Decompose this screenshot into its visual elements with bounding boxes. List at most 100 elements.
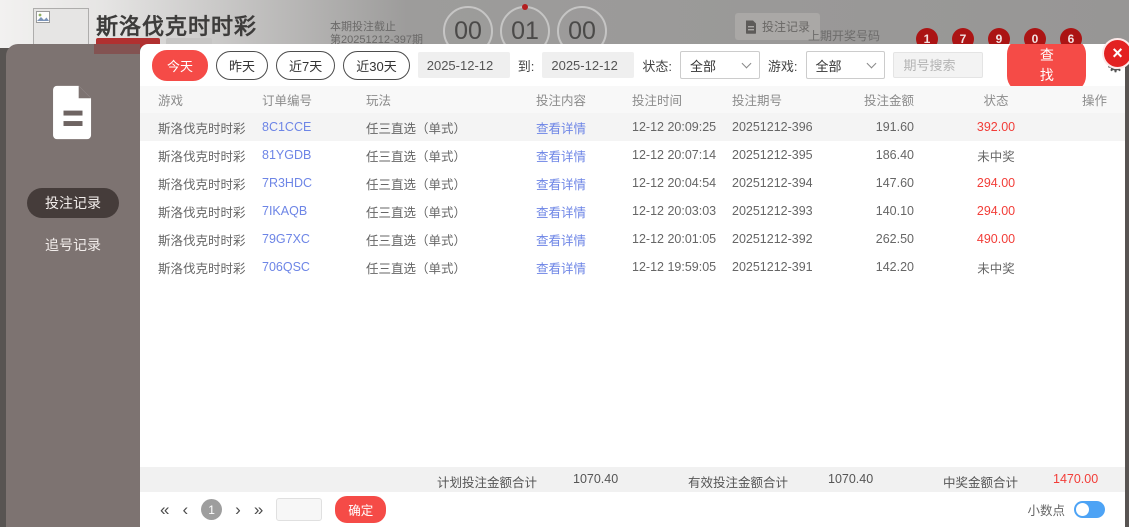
period-search-input[interactable] xyxy=(893,52,984,78)
cell-game: 斯洛伐克时时彩 xyxy=(158,233,246,248)
cell-period: 20251212-391 xyxy=(732,260,813,274)
valid-total-value: 1070.40 xyxy=(828,472,874,486)
cell-game: 斯洛伐克时时彩 xyxy=(158,261,246,276)
current-page-button[interactable]: 1 xyxy=(201,499,223,520)
broken-image-icon xyxy=(36,11,50,23)
countdown-hours: 00 xyxy=(443,6,493,48)
view-detail-link[interactable]: 查看详情 xyxy=(536,174,632,193)
next-page-button[interactable]: › xyxy=(235,501,241,518)
cell-game: 斯洛伐克时时彩 xyxy=(158,177,246,192)
chevron-down-icon xyxy=(741,58,752,69)
status-select[interactable]: 全部 xyxy=(679,51,760,79)
cell-status: 294.00 xyxy=(976,176,1016,190)
planned-total-label: 计划投注金额合计 xyxy=(437,476,538,490)
view-detail-link[interactable]: 查看详情 xyxy=(536,146,632,165)
status-select-value: 全部 xyxy=(689,58,716,74)
decimal-toggle-area: 小数点 xyxy=(1027,500,1105,519)
col-action: 操作 xyxy=(1081,94,1107,108)
sidebar-item-chase-records[interactable]: 追号记录 xyxy=(27,230,119,260)
table-row: 斯洛伐克时时彩 8C1CCE 任三直选（单式） 查看详情 12-12 20:09… xyxy=(140,113,1125,141)
order-id-link[interactable]: 7R3HDC xyxy=(262,176,366,190)
date-from-input[interactable] xyxy=(417,52,510,78)
cell-time: 12-12 20:01:05 xyxy=(632,232,717,246)
range-7days-button[interactable]: 近7天 xyxy=(276,50,336,80)
prev-page-button[interactable]: ‹ xyxy=(182,501,188,518)
countdown-minutes: 01 xyxy=(500,4,550,48)
col-play: 玩法 xyxy=(366,94,392,108)
view-detail-link[interactable]: 查看详情 xyxy=(536,118,632,137)
win-total-value: 1470.00 xyxy=(1053,472,1099,486)
col-content: 投注内容 xyxy=(536,94,587,108)
table-row: 斯洛伐克时时彩 706QSC 任三直选（单式） 查看详情 12-12 19:59… xyxy=(140,253,1125,281)
table-row: 斯洛伐克时时彩 7R3HDC 任三直选（单式） 查看详情 12-12 20:04… xyxy=(140,169,1125,197)
logo-broken-image xyxy=(33,8,89,48)
table-row: 斯洛伐克时时彩 81YGDB 任三直选（单式） 查看详情 12-12 20:07… xyxy=(140,141,1125,169)
cell-play: 任三直选（单式） xyxy=(366,121,467,136)
countdown-progress-dot xyxy=(522,4,528,10)
order-id-link[interactable]: 8C1CCE xyxy=(262,120,366,134)
cell-status: 490.00 xyxy=(976,232,1016,246)
cell-period: 20251212-392 xyxy=(732,232,813,246)
cell-game: 斯洛伐克时时彩 xyxy=(158,149,246,164)
order-id-link[interactable]: 7IKAQB xyxy=(262,204,366,218)
view-detail-link[interactable]: 查看详情 xyxy=(536,202,632,221)
last-page-button[interactable]: » xyxy=(254,501,263,518)
range-yesterday-button[interactable]: 昨天 xyxy=(216,50,269,80)
cell-play: 任三直选（单式） xyxy=(366,233,467,248)
cell-game: 斯洛伐克时时彩 xyxy=(158,121,246,136)
cell-status: 未中奖 xyxy=(977,149,1015,164)
countdown-seconds: 00 xyxy=(557,6,607,48)
valid-total-label: 有效投注金额合计 xyxy=(688,476,789,490)
table-row: 斯洛伐克时时彩 79G7XC 任三直选（单式） 查看详情 12-12 20:01… xyxy=(140,225,1125,253)
range-30days-button[interactable]: 近30天 xyxy=(343,50,410,80)
sidebar-item-bet-records[interactable]: 投注记录 xyxy=(27,188,119,218)
lottery-title: 斯洛伐克时时彩 xyxy=(96,14,258,39)
table-body: 斯洛伐克时时彩 8C1CCE 任三直选（单式） 查看详情 12-12 20:09… xyxy=(140,113,1125,281)
col-period: 投注期号 xyxy=(732,94,783,108)
date-to-input[interactable] xyxy=(542,52,635,78)
cell-amount: 186.40 xyxy=(875,148,914,162)
first-page-button[interactable]: « xyxy=(160,501,169,518)
decimal-toggle-switch[interactable] xyxy=(1074,501,1105,518)
view-detail-link[interactable]: 查看详情 xyxy=(536,230,632,249)
cell-amount: 147.60 xyxy=(875,176,914,190)
page-jump-input[interactable] xyxy=(276,498,323,521)
order-id-link[interactable]: 706QSC xyxy=(262,260,366,274)
records-document-icon xyxy=(50,84,96,146)
deadline-label: 本期投注截止 xyxy=(330,21,396,33)
chevron-down-icon xyxy=(867,58,877,69)
cell-status: 未中奖 xyxy=(977,261,1015,276)
view-detail-link[interactable]: 查看详情 xyxy=(536,258,632,277)
cell-status: 294.00 xyxy=(976,204,1016,218)
col-status: 状态 xyxy=(983,94,1009,108)
document-icon xyxy=(746,20,756,34)
page-header: 斯洛伐克时时彩 本期投注截止 第20251212-397期 00 01 00 投… xyxy=(0,0,1129,48)
cell-game: 斯洛伐克时时彩 xyxy=(158,205,246,220)
bottom-bar: « ‹ 1 › » 确定 小数点 xyxy=(140,492,1125,527)
game-select[interactable]: 全部 xyxy=(805,51,886,79)
records-panel: 今天 昨天 近7天 近30天 到: 状态: 全部 游戏: 全部 查找 ⚙ 游戏 … xyxy=(140,44,1125,527)
order-id-link[interactable]: 81YGDB xyxy=(262,148,366,162)
range-today-button[interactable]: 今天 xyxy=(152,49,209,81)
page-confirm-button[interactable]: 确定 xyxy=(335,496,387,523)
game-label: 游戏: xyxy=(767,58,798,74)
cell-amount: 262.50 xyxy=(875,232,914,246)
search-button[interactable]: 查找 xyxy=(1007,44,1087,92)
col-order-id: 订单编号 xyxy=(262,94,313,108)
countdown-timer: 00 01 00 xyxy=(443,4,607,48)
table-header: 游戏 订单编号 玩法 投注内容 投注时间 投注期号 投注金额 状态 操作 xyxy=(140,86,1125,113)
date-to-label: 到: xyxy=(517,58,535,74)
cell-play: 任三直选（单式） xyxy=(366,149,467,164)
game-select-value: 全部 xyxy=(815,58,842,74)
order-id-link[interactable]: 79G7XC xyxy=(262,232,366,246)
close-icon: × xyxy=(1112,43,1123,63)
col-time: 投注时间 xyxy=(632,94,683,108)
bet-records-button-label: 投注记录 xyxy=(762,20,811,34)
cell-play: 任三直选（单式） xyxy=(366,205,467,220)
cell-time: 12-12 19:59:05 xyxy=(632,260,717,274)
cell-time: 12-12 20:09:25 xyxy=(632,120,717,134)
cell-period: 20251212-395 xyxy=(732,148,813,162)
table-empty-space xyxy=(140,281,1125,467)
close-modal-button[interactable]: × xyxy=(1102,38,1129,69)
cell-amount: 142.20 xyxy=(875,260,914,274)
